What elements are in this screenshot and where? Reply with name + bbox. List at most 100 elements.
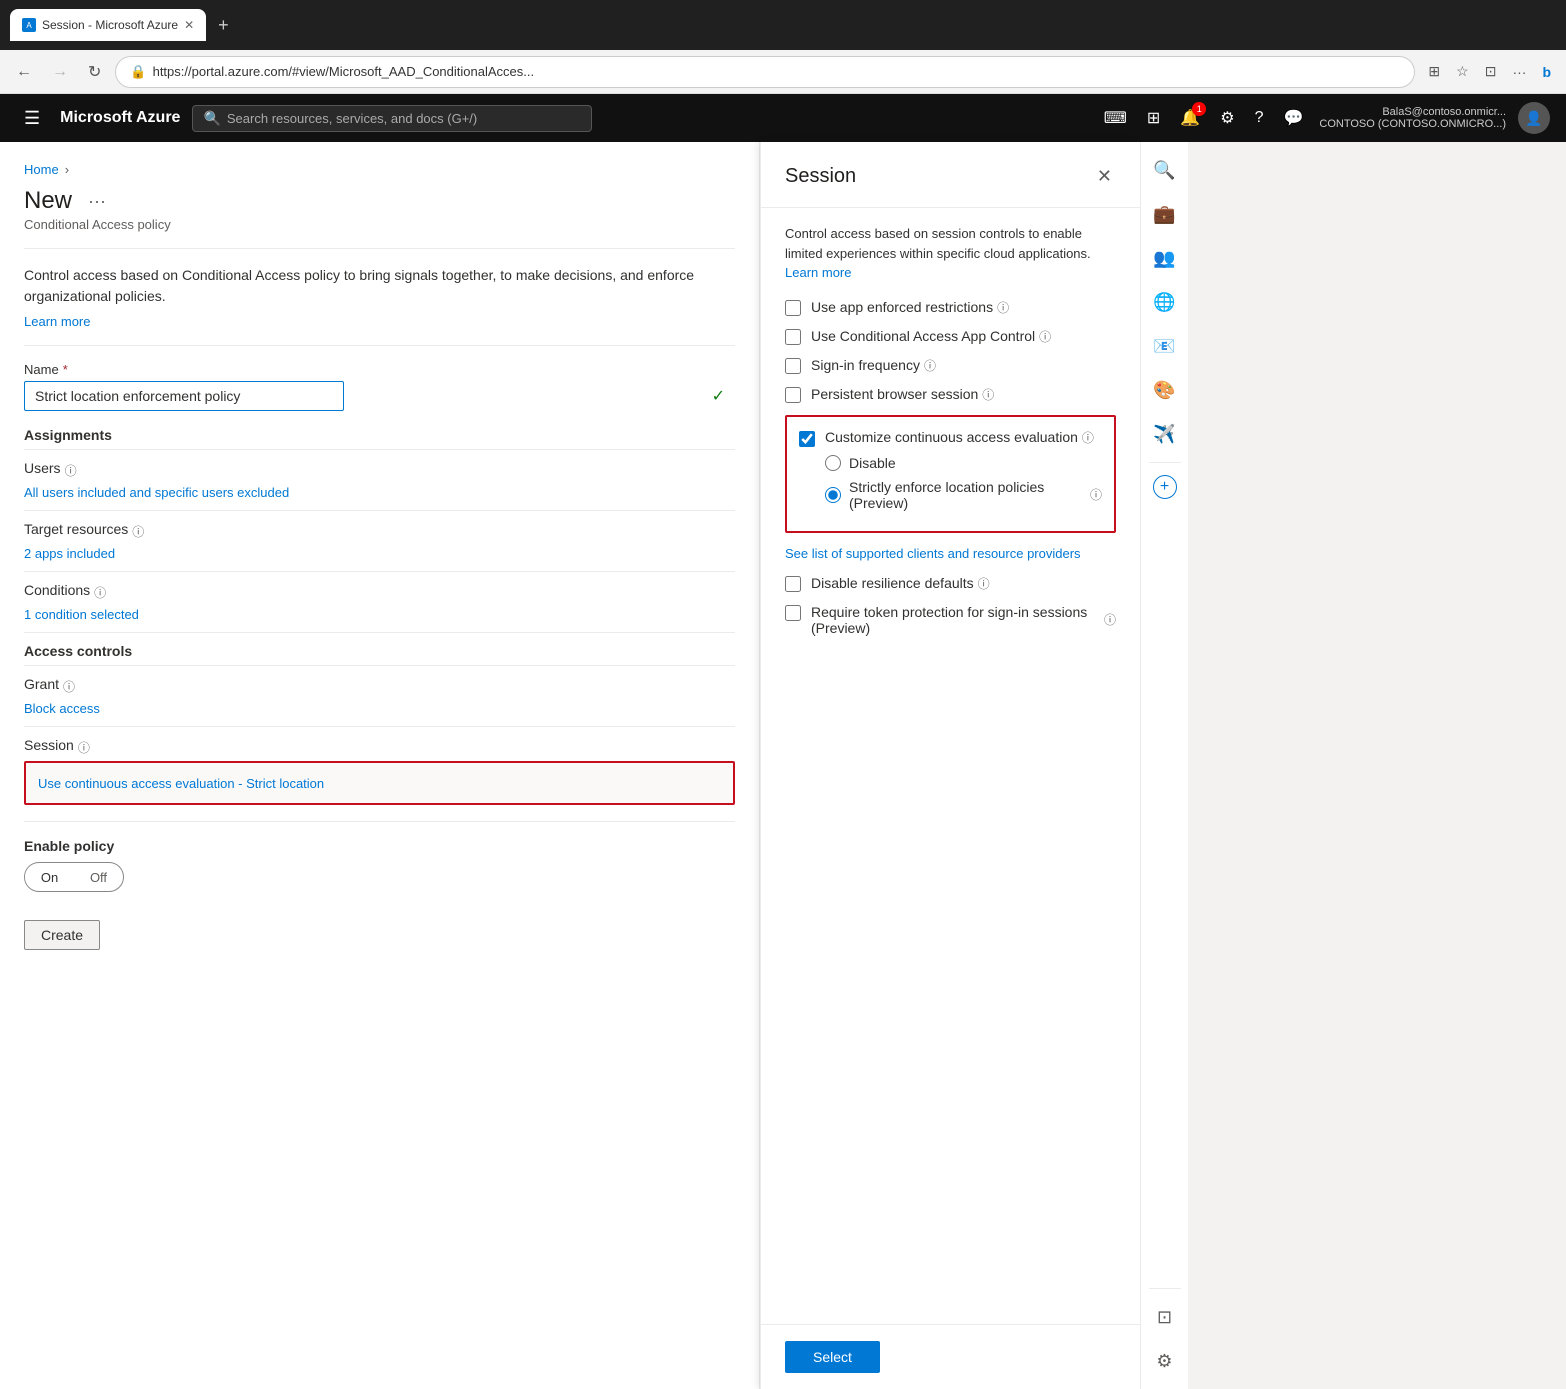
sidebar-plane-button[interactable]: ✈️: [1145, 414, 1185, 454]
browser-chrome: A Session - Microsoft Azure ✕ +: [0, 0, 1566, 50]
panel-close-button[interactable]: ✕: [1093, 162, 1116, 191]
grant-value[interactable]: Block access: [24, 701, 100, 716]
persistent-browser-label: Persistent browser session ⓘ: [811, 386, 994, 403]
cae-info-icon[interactable]: ⓘ: [1082, 429, 1094, 446]
sidebar-search-button[interactable]: 🔍: [1145, 150, 1185, 190]
extensions-button[interactable]: ⊞: [1423, 59, 1445, 84]
disable-resilience-checkbox[interactable]: [785, 576, 801, 592]
cae-checkbox[interactable]: [799, 431, 815, 447]
directory-button[interactable]: ⊞: [1143, 104, 1164, 132]
help-button[interactable]: ?: [1251, 105, 1268, 131]
panel-footer: Select: [761, 1324, 1140, 1389]
persistent-browser-checkbox[interactable]: [785, 387, 801, 403]
lock-icon: 🔒: [130, 64, 146, 80]
app-enforced-checkbox[interactable]: [785, 300, 801, 316]
ca-app-control-checkbox[interactable]: [785, 329, 801, 345]
back-button[interactable]: ←: [10, 59, 38, 85]
policy-name-input[interactable]: [24, 381, 344, 411]
sidebar-mail-button[interactable]: 📧: [1145, 326, 1185, 366]
sidebar-palette-button[interactable]: 🎨: [1145, 370, 1185, 410]
token-protection-checkbox[interactable]: [785, 605, 801, 621]
home-breadcrumb[interactable]: Home: [24, 162, 59, 177]
grant-info-icon[interactable]: ⓘ: [63, 678, 75, 695]
policy-toggle[interactable]: On Off: [24, 862, 124, 892]
panel-learn-more-link[interactable]: Learn more: [785, 265, 851, 280]
sidebar-briefcase-button[interactable]: 💼: [1145, 194, 1185, 234]
grant-row: Grant ⓘ: [24, 676, 735, 696]
sign-in-freq-info-icon[interactable]: ⓘ: [924, 357, 936, 374]
title-more-button[interactable]: ···: [80, 189, 114, 214]
session-info-icon[interactable]: ⓘ: [78, 739, 90, 756]
grant-label: Grant: [24, 676, 59, 692]
nav-icons: ⊞ ☆ ⊡ ··· b: [1423, 59, 1556, 84]
token-protection-label: Require token protection for sign-in ses…: [811, 604, 1116, 636]
address-bar[interactable]: 🔒 https://portal.azure.com/#view/Microso…: [115, 56, 1415, 88]
sidebar-globe-button[interactable]: 🌐: [1145, 282, 1185, 322]
collections-button[interactable]: ⊡: [1480, 59, 1502, 84]
app-enforced-info-icon[interactable]: ⓘ: [997, 299, 1009, 316]
page-learn-more-link[interactable]: Learn more: [24, 314, 90, 329]
required-indicator: *: [63, 362, 68, 377]
sign-in-freq-checkbox[interactable]: [785, 358, 801, 374]
users-row: Users ⓘ: [24, 460, 735, 480]
target-resources-info-icon[interactable]: ⓘ: [132, 523, 144, 540]
forward-button[interactable]: →: [46, 59, 74, 85]
target-resources-label: Target resources: [24, 521, 128, 537]
search-input[interactable]: [227, 111, 582, 126]
notifications-button[interactable]: 🔔 1: [1176, 104, 1204, 132]
conditions-value[interactable]: 1 condition selected: [24, 607, 139, 622]
target-resources-value[interactable]: 2 apps included: [24, 546, 115, 561]
toggle-on-option[interactable]: On: [25, 866, 74, 889]
panel-description: Control access based on session controls…: [785, 224, 1116, 283]
favorites-button[interactable]: ☆: [1451, 59, 1474, 84]
session-panel: Session ✕ Control access based on sessio…: [760, 142, 1140, 1389]
disable-radio[interactable]: [825, 455, 841, 471]
strict-location-radio[interactable]: [825, 487, 841, 503]
sign-in-freq-label: Sign-in frequency ⓘ: [811, 357, 936, 374]
sidebar-people-button[interactable]: 👥: [1145, 238, 1185, 278]
new-tab-button[interactable]: +: [210, 15, 237, 36]
supported-clients-link[interactable]: See list of supported clients and resour…: [785, 545, 1116, 563]
active-tab[interactable]: A Session - Microsoft Azure ✕: [10, 9, 206, 41]
page-title: New ···: [24, 187, 735, 215]
tab-close-button[interactable]: ✕: [184, 18, 194, 32]
main-layout: Home › New ··· Conditional Access policy…: [0, 142, 1566, 1389]
more-button[interactable]: ···: [1507, 60, 1531, 84]
svg-text:A: A: [26, 21, 32, 30]
conditions-info-icon[interactable]: ⓘ: [94, 584, 106, 601]
sidebar-settings-button[interactable]: ⚙: [1145, 1341, 1185, 1381]
disable-radio-row: Disable: [825, 455, 1102, 471]
session-value[interactable]: Use continuous access evaluation - Stric…: [38, 776, 324, 791]
app-enforced-row: Use app enforced restrictions ⓘ: [785, 299, 1116, 316]
validation-check-icon: ✓: [712, 386, 725, 406]
name-label: Name *: [24, 362, 735, 377]
disable-resilience-row: Disable resilience defaults ⓘ: [785, 575, 1116, 592]
assignments-title: Assignments: [24, 427, 735, 443]
settings-button[interactable]: ⚙: [1216, 104, 1238, 132]
app-enforced-label: Use app enforced restrictions ⓘ: [811, 299, 1009, 316]
user-avatar[interactable]: 👤: [1518, 102, 1550, 134]
session-box: Use continuous access evaluation - Stric…: [24, 761, 735, 805]
strict-location-info-icon[interactable]: ⓘ: [1090, 486, 1102, 503]
sidebar-layout-button[interactable]: ⊡: [1145, 1297, 1185, 1337]
create-button[interactable]: Create: [24, 920, 100, 950]
sidebar-add-button[interactable]: +: [1153, 475, 1177, 499]
persistent-browser-info-icon[interactable]: ⓘ: [982, 386, 994, 403]
token-protection-info-icon[interactable]: ⓘ: [1104, 611, 1116, 628]
breadcrumb-separator: ›: [65, 162, 69, 177]
hamburger-menu-button[interactable]: ☰: [16, 104, 48, 133]
cloud-shell-button[interactable]: ⌨: [1100, 104, 1131, 132]
tab-favicon: A: [22, 18, 36, 32]
ca-app-control-info-icon[interactable]: ⓘ: [1039, 328, 1051, 345]
cae-section: Customize continuous access evaluation ⓘ…: [785, 415, 1116, 533]
search-bar[interactable]: 🔍: [192, 105, 592, 132]
users-value[interactable]: All users included and specific users ex…: [24, 485, 289, 500]
select-button[interactable]: Select: [785, 1341, 880, 1373]
users-info-icon[interactable]: ⓘ: [65, 462, 77, 479]
feedback-button[interactable]: 💬: [1279, 104, 1307, 132]
bing-button[interactable]: b: [1537, 60, 1556, 84]
users-label: Users: [24, 460, 61, 476]
refresh-button[interactable]: ↻: [82, 58, 107, 86]
disable-resilience-info-icon[interactable]: ⓘ: [978, 575, 990, 592]
toggle-off-option[interactable]: Off: [74, 866, 123, 889]
